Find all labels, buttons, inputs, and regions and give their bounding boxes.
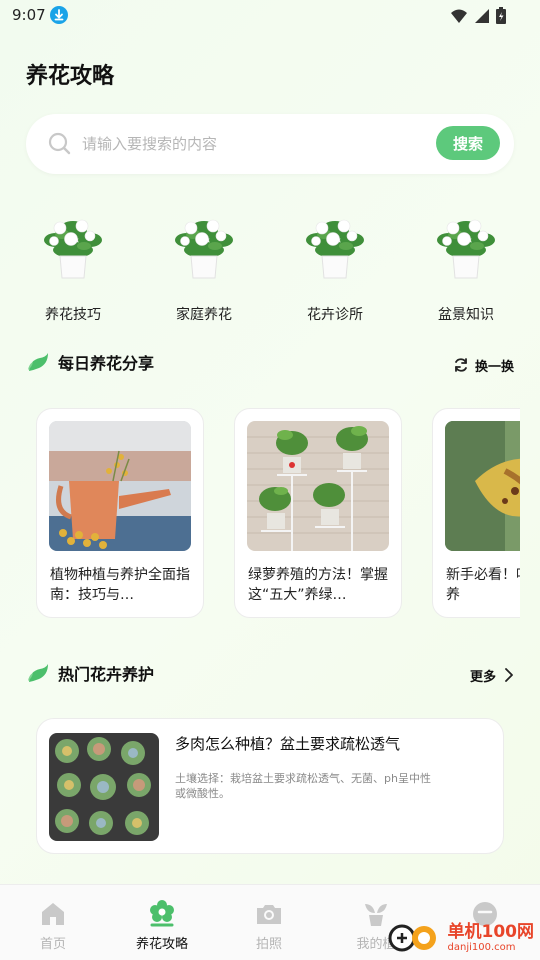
category-label: 花卉诊所: [307, 307, 363, 323]
potted-flower-icon: [306, 219, 364, 279]
search-icon: [48, 132, 71, 155]
daily-card[interactable]: 绿萝养殖的方法！掌握这“五大”养绿…: [234, 408, 402, 618]
watermark-logo-icon: [388, 924, 436, 952]
section-title: 热门花卉养护: [58, 665, 155, 684]
page-title: 养花攻略: [26, 64, 115, 89]
card-title: 植物种植与养护全面指南：技巧与…: [50, 567, 190, 603]
search-input[interactable]: [82, 131, 422, 157]
hot-item-desc: 土壤选择：栽培盆土要求疏松透气、无菌、ph呈中性或微酸性。: [175, 772, 431, 800]
status-time: 9:07: [12, 6, 46, 24]
search-bar: 搜索: [26, 114, 514, 174]
search-button[interactable]: 搜索: [436, 126, 500, 160]
home-icon: [42, 903, 64, 925]
category-label: 家庭养花: [176, 307, 232, 323]
status-icons: [450, 7, 506, 24]
camera-icon: [257, 905, 281, 924]
more-button[interactable]: 更多: [470, 661, 514, 689]
refresh-icon: [455, 358, 467, 372]
wifi-icon: [451, 9, 467, 23]
tab-flower-guide[interactable]: 养花攻略: [117, 899, 207, 952]
hot-item-title: 多肉怎么种植？盆土要求疏松透气: [175, 735, 401, 753]
chevron-right-icon: [505, 668, 513, 682]
sprout-icon: [365, 904, 387, 926]
daily-card-carousel[interactable]: 植物种植与养护全面指南：技巧与… 绿萝养殖的方法！掌握这“五大”养绿… 新手必看…: [0, 400, 520, 630]
watermark-title: 单机100网: [447, 921, 535, 942]
tab-camera[interactable]: 拍照: [224, 899, 314, 952]
tab-home[interactable]: 首页: [8, 899, 98, 952]
category-bonsai-knowledge[interactable]: 盆景知识: [426, 212, 506, 323]
leaf-icon: [28, 353, 48, 371]
potted-flower-icon: [44, 219, 102, 279]
dry-leaf-image: [445, 421, 520, 551]
refresh-button[interactable]: 换一换: [453, 351, 514, 379]
card-title: 绿萝养殖的方法！掌握这“五大”养绿…: [248, 567, 388, 603]
hot-section-header: 热门花卉养护: [26, 659, 154, 687]
category-flower-clinic[interactable]: 花卉诊所: [295, 212, 375, 323]
watermark: 单机100网 danji100.com: [388, 918, 535, 958]
tab-label: 拍照: [255, 937, 282, 952]
more-label: 更多: [469, 669, 496, 685]
section-title: 每日养花分享: [58, 354, 155, 373]
leaf-icon: [28, 664, 48, 682]
tab-label: 养花攻略: [135, 937, 188, 952]
potted-flower-icon: [175, 219, 233, 279]
category-label: 养花技巧: [45, 307, 101, 323]
category-label: 盆景知识: [438, 307, 494, 323]
refresh-label: 换一换: [474, 359, 514, 375]
flower-icon: [150, 900, 174, 927]
daily-section-header: 每日养花分享: [26, 348, 154, 376]
pothos-shelf-image: [247, 421, 389, 551]
tab-label: 首页: [39, 937, 66, 952]
card-title: 新手必看！叶干枯5大养: [446, 567, 520, 603]
status-bar: 9:07: [0, 0, 540, 32]
watering-can-image: [49, 421, 191, 551]
download-icon: [50, 6, 68, 24]
battery-icon: [496, 7, 506, 24]
succulent-image: [49, 733, 159, 841]
category-flower-tips[interactable]: 养花技巧: [33, 212, 113, 323]
category-home-gardening[interactable]: 家庭养花: [164, 212, 244, 323]
hot-list-item[interactable]: 多肉怎么种植？盆土要求疏松透气 土壤选择：栽培盆土要求疏松透气、无菌、ph呈中性…: [36, 718, 504, 854]
daily-card[interactable]: 新手必看！叶干枯5大养: [432, 408, 520, 618]
signal-icon: [475, 8, 489, 23]
potted-flower-icon: [437, 219, 495, 279]
daily-card[interactable]: 植物种植与养护全面指南：技巧与…: [36, 408, 204, 618]
watermark-url: danji100.com: [447, 941, 516, 953]
